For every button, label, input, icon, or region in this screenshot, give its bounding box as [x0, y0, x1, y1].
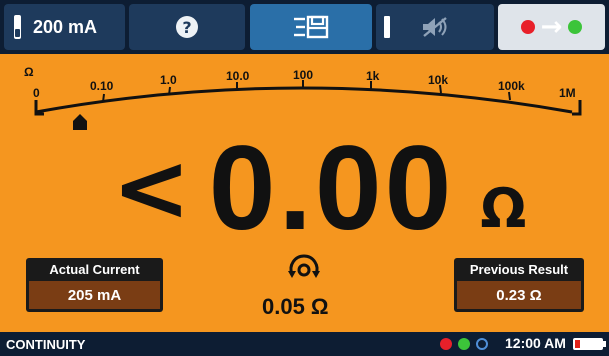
next-button[interactable]: →	[498, 4, 605, 50]
actual-current-panel: Actual Current 205 mA	[26, 258, 163, 312]
previous-result-value: 0.23 Ω	[457, 281, 581, 309]
scale-tick-label: 1k	[366, 69, 380, 83]
help-icon: ?	[176, 16, 198, 38]
null-offset-value: 0.05 Ω	[262, 294, 329, 319]
battery-indicator-icon	[384, 16, 390, 38]
menu-save-icon	[294, 15, 329, 39]
test-mode-label: CONTINUITY	[6, 336, 86, 352]
null-icon[interactable]	[286, 250, 322, 286]
reading-prefix: <	[112, 133, 191, 243]
battery-icon	[573, 338, 606, 350]
blue-indicator-icon	[476, 338, 488, 350]
scale-tick-label: 1M	[559, 86, 576, 100]
main-reading: < 0.00 Ω	[112, 121, 527, 255]
scale-tick-label: 10.0	[226, 69, 250, 83]
scale-tick-label: 100k	[498, 79, 525, 93]
status-bar: CONTINUITY 12:00 AM	[0, 332, 609, 356]
green-status-dot-icon	[568, 20, 583, 34]
scale-arc	[35, 86, 573, 114]
red-indicator-icon	[440, 338, 452, 350]
top-toolbar: 200 mA ? →	[0, 0, 609, 54]
previous-result-title: Previous Result	[469, 262, 569, 277]
scale-tick-label: 0	[33, 86, 40, 100]
clock: 12:00 AM	[505, 335, 566, 351]
actual-current-value: 205 mA	[29, 281, 160, 309]
status-indicators	[440, 338, 488, 350]
scale-unit-symbol: Ω	[24, 65, 34, 79]
arrow-right-icon: →	[540, 12, 563, 42]
menu-save-button[interactable]	[250, 4, 372, 50]
sound-button[interactable]	[376, 4, 494, 50]
scale-tick-label: 100	[293, 68, 313, 82]
scale-right-end	[572, 100, 582, 116]
reading-unit: Ω	[480, 176, 527, 240]
red-status-dot-icon	[520, 20, 535, 34]
scale-pointer-icon	[73, 114, 87, 130]
battery-indicator-icon	[14, 15, 21, 39]
reading-value: 0.00	[208, 121, 455, 255]
previous-result-panel: Previous Result 0.23 Ω	[454, 258, 584, 312]
actual-current-title: Actual Current	[49, 262, 140, 277]
test-current-label: 200 mA	[33, 16, 98, 37]
mute-icon	[423, 17, 447, 37]
test-current-button[interactable]: 200 mA	[4, 4, 125, 50]
measurement-panel: Ω 0 0.10 1.0 10.0 100 1k 10k 100k 1M < 0…	[0, 54, 609, 332]
green-indicator-icon	[458, 338, 470, 350]
scale-tick-label: 10k	[428, 73, 448, 87]
help-button[interactable]: ?	[129, 4, 245, 50]
scale-tick-label: 0.10	[90, 79, 114, 93]
scale-tick-label: 1.0	[160, 73, 177, 87]
